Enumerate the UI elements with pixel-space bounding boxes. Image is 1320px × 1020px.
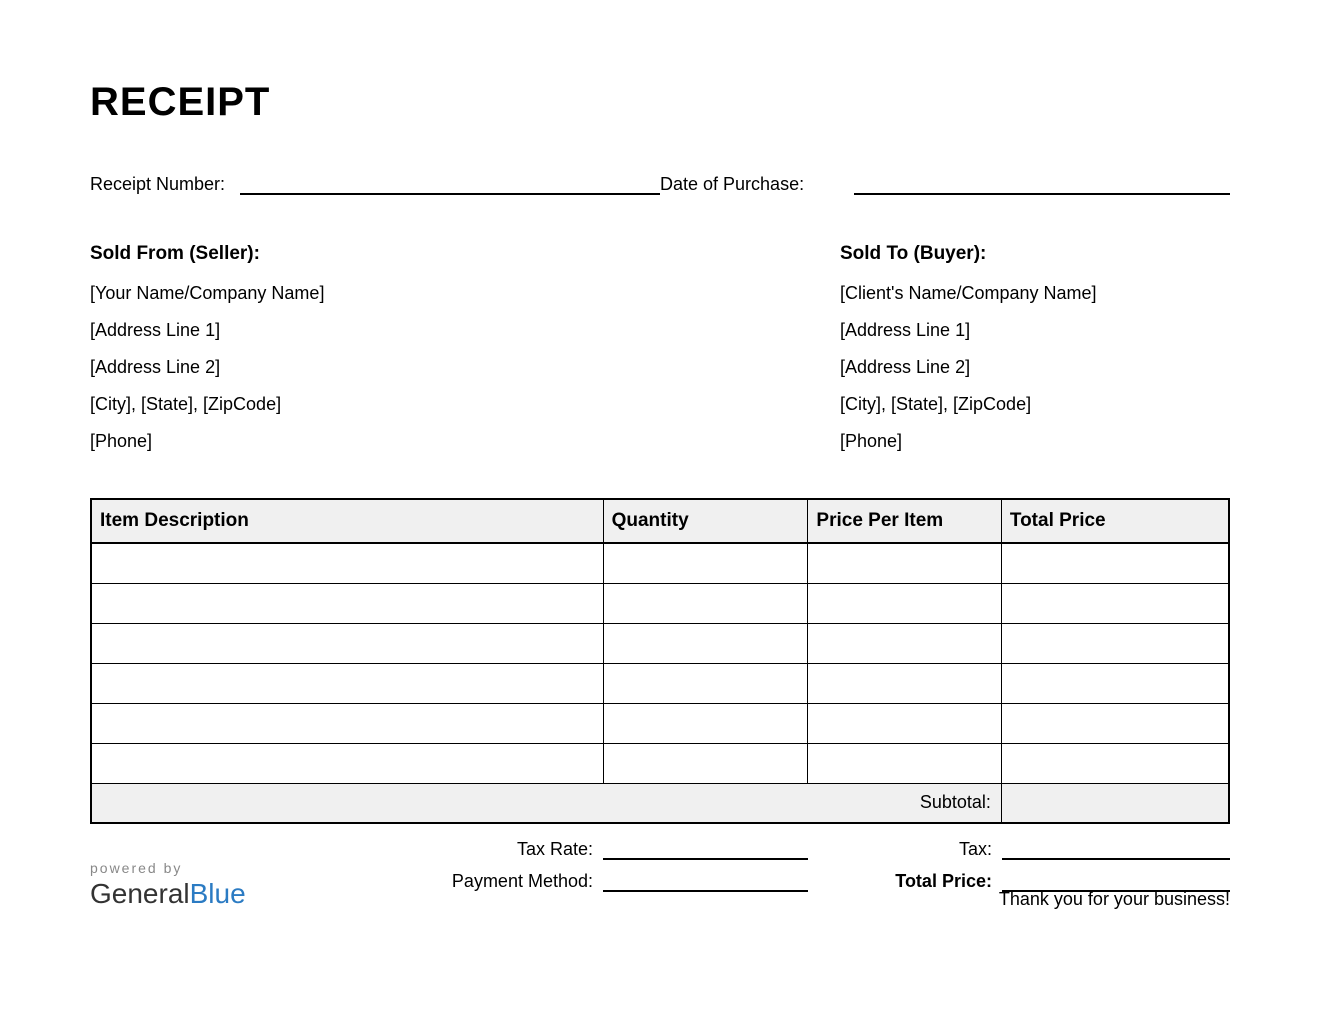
- cell-quantity[interactable]: [603, 743, 808, 783]
- payment-method-input[interactable]: [603, 870, 808, 892]
- logo-part1: General: [90, 878, 190, 909]
- logo-part2: Blue: [190, 878, 246, 909]
- tax-rate-label: Tax Rate:: [90, 839, 603, 860]
- receipt-title: RECEIPT: [90, 80, 1230, 125]
- seller-header: Sold From (Seller):: [90, 243, 660, 265]
- header-quantity: Quantity: [603, 499, 808, 543]
- date-field: Date of Purchase:: [660, 173, 1230, 195]
- subtotal-row: Subtotal:: [91, 783, 1229, 823]
- seller-phone: [Phone]: [90, 431, 660, 452]
- receipt-number-field: Receipt Number:: [90, 173, 660, 195]
- header-description: Item Description: [91, 499, 603, 543]
- table-row: [91, 663, 1229, 703]
- seller-address1: [Address Line 1]: [90, 320, 660, 341]
- cell-quantity[interactable]: [603, 543, 808, 583]
- total-price-label: Total Price:: [808, 871, 1002, 892]
- header-price-per-item: Price Per Item: [808, 499, 1001, 543]
- table-row: [91, 703, 1229, 743]
- table-row: [91, 743, 1229, 783]
- cell-price-per-item[interactable]: [808, 743, 1001, 783]
- receipt-number-label: Receipt Number:: [90, 174, 235, 195]
- subtotal-value[interactable]: [1001, 783, 1229, 823]
- cell-total-price[interactable]: [1001, 663, 1229, 703]
- cell-quantity[interactable]: [603, 623, 808, 663]
- logo: GeneralBlue: [90, 878, 246, 910]
- cell-total-price[interactable]: [1001, 583, 1229, 623]
- header-total-price: Total Price: [1001, 499, 1229, 543]
- tax-input[interactable]: [1002, 838, 1230, 860]
- cell-quantity[interactable]: [603, 663, 808, 703]
- subtotal-label: Subtotal:: [91, 783, 1001, 823]
- tax-rate-input[interactable]: [603, 838, 808, 860]
- cell-price-per-item[interactable]: [808, 623, 1001, 663]
- receipt-number-input[interactable]: [240, 173, 660, 195]
- table-row: [91, 583, 1229, 623]
- table-row: [91, 623, 1229, 663]
- buyer-address1: [Address Line 1]: [840, 320, 1230, 341]
- cell-description[interactable]: [91, 623, 603, 663]
- cell-quantity[interactable]: [603, 583, 808, 623]
- date-label: Date of Purchase:: [660, 174, 814, 195]
- buyer-phone: [Phone]: [840, 431, 1230, 452]
- cell-quantity[interactable]: [603, 703, 808, 743]
- cell-total-price[interactable]: [1001, 623, 1229, 663]
- footer-logo: powered by GeneralBlue: [90, 860, 246, 910]
- buyer-city-state-zip: [City], [State], [ZipCode]: [840, 394, 1230, 415]
- cell-price-per-item[interactable]: [808, 703, 1001, 743]
- cell-price-per-item[interactable]: [808, 543, 1001, 583]
- table-row: [91, 543, 1229, 583]
- seller-address2: [Address Line 2]: [90, 357, 660, 378]
- cell-description[interactable]: [91, 743, 603, 783]
- cell-description[interactable]: [91, 583, 603, 623]
- buyer-name: [Client's Name/Company Name]: [840, 283, 1230, 304]
- summary-section: Tax Rate: Tax: Payment Method: Total Pri…: [90, 838, 1230, 892]
- cell-total-price[interactable]: [1001, 743, 1229, 783]
- buyer-column: Sold To (Buyer): [Client's Name/Company …: [660, 243, 1230, 468]
- buyer-header: Sold To (Buyer):: [840, 243, 1230, 265]
- tax-label: Tax:: [808, 839, 1002, 860]
- meta-row: Receipt Number: Date of Purchase:: [90, 173, 1230, 195]
- cell-total-price[interactable]: [1001, 543, 1229, 583]
- cell-total-price[interactable]: [1001, 703, 1229, 743]
- tax-row: Tax Rate: Tax:: [90, 838, 1230, 860]
- cell-description[interactable]: [91, 663, 603, 703]
- seller-name: [Your Name/Company Name]: [90, 283, 660, 304]
- cell-price-per-item[interactable]: [808, 663, 1001, 703]
- cell-price-per-item[interactable]: [808, 583, 1001, 623]
- powered-by-text: powered by: [90, 860, 246, 876]
- items-table: Item Description Quantity Price Per Item…: [90, 498, 1230, 824]
- cell-description[interactable]: [91, 543, 603, 583]
- seller-column: Sold From (Seller): [Your Name/Company N…: [90, 243, 660, 468]
- thank-you-text: Thank you for your business!: [999, 889, 1230, 910]
- seller-city-state-zip: [City], [State], [ZipCode]: [90, 394, 660, 415]
- buyer-address2: [Address Line 2]: [840, 357, 1230, 378]
- date-input[interactable]: [854, 173, 1230, 195]
- parties-section: Sold From (Seller): [Your Name/Company N…: [90, 243, 1230, 468]
- cell-description[interactable]: [91, 703, 603, 743]
